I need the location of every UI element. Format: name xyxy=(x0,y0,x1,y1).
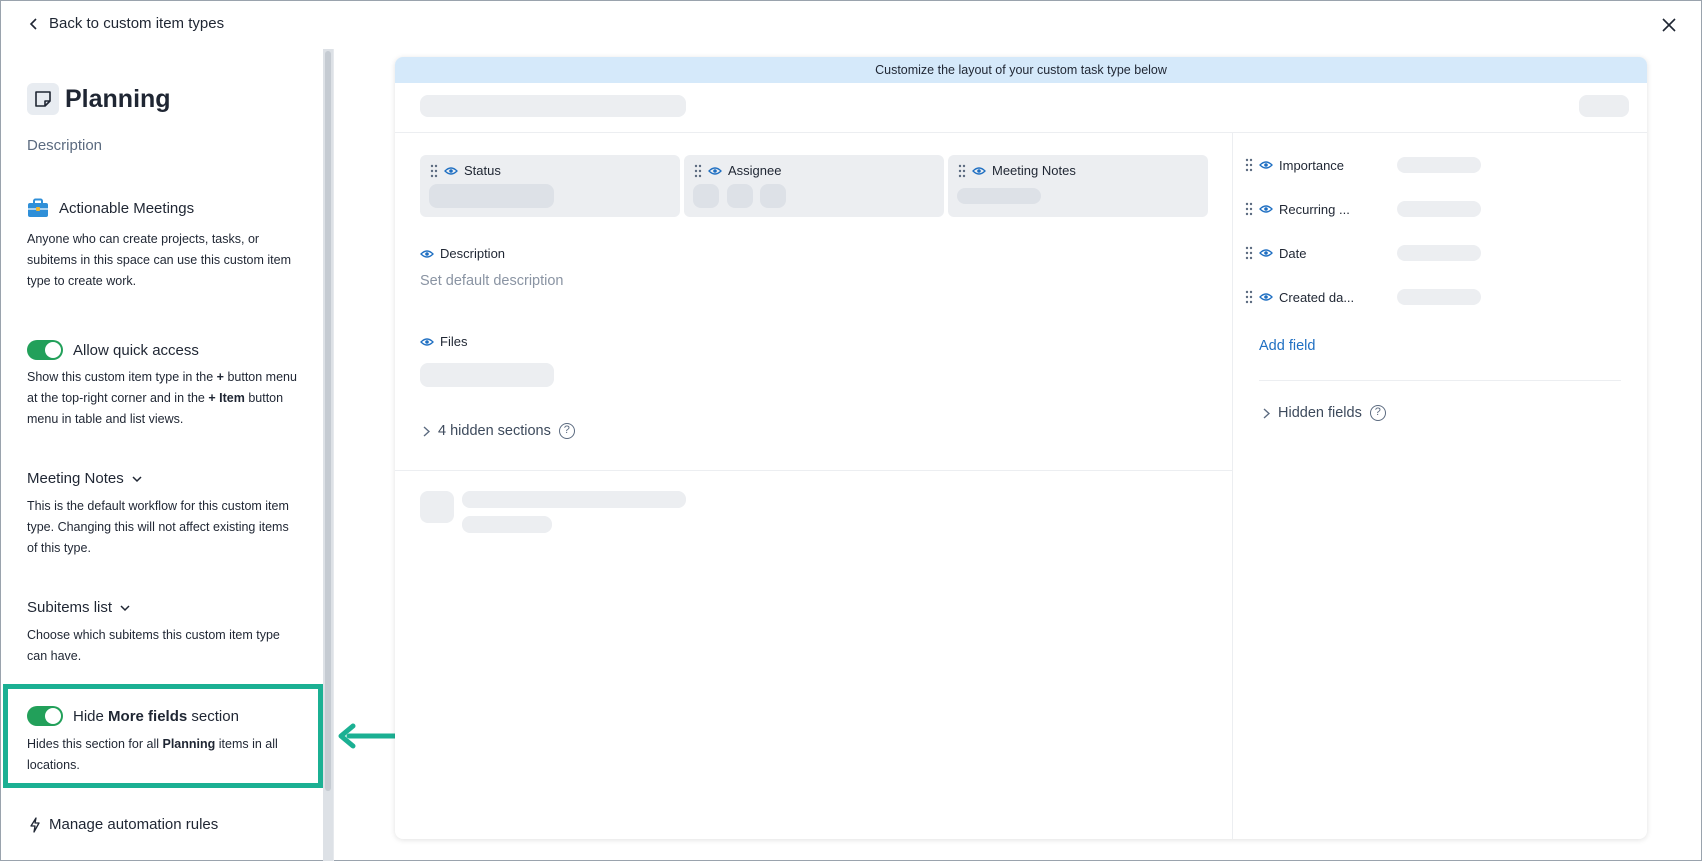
value-placeholder xyxy=(1397,157,1481,173)
field-card-meeting-notes[interactable]: Meeting Notes xyxy=(948,155,1208,217)
back-link[interactable]: Back to custom item types xyxy=(29,15,224,32)
page-title: Planning xyxy=(65,84,171,113)
hidden-sections-toggle[interactable]: 4 hidden sections ? xyxy=(423,423,575,439)
chevron-left-icon xyxy=(29,17,37,30)
avatar-placeholder xyxy=(727,184,753,208)
subitems-description: Choose which subitems this custom item t… xyxy=(27,628,280,663)
field-label: Created da... xyxy=(1279,289,1355,305)
files-label: Files xyxy=(440,334,468,349)
quick-access-description: Show this custom item type in the + butt… xyxy=(27,370,297,426)
side-field-created-date[interactable]: Created da... xyxy=(1245,289,1481,305)
field-label: Date xyxy=(1279,245,1307,261)
workflow-dropdown[interactable]: Meeting Notes xyxy=(27,470,142,487)
text-placeholder xyxy=(462,516,552,533)
eye-icon[interactable] xyxy=(1259,292,1273,302)
space-name: Actionable Meetings xyxy=(59,199,195,217)
grip-icon xyxy=(1245,158,1253,172)
hidden-fields-label: Hidden fields xyxy=(1278,405,1362,421)
side-divider xyxy=(1259,380,1621,381)
chevron-down-icon xyxy=(120,604,130,611)
field-label: Meeting Notes xyxy=(992,163,1076,178)
avatar-placeholder xyxy=(420,491,454,523)
help-icon[interactable]: ? xyxy=(1369,405,1386,421)
column-divider xyxy=(1232,133,1233,839)
field-label: Recurring ... xyxy=(1279,201,1350,217)
section-divider xyxy=(395,470,1232,471)
quick-access-toggle[interactable] xyxy=(27,340,63,360)
eye-icon[interactable] xyxy=(1259,248,1273,258)
text-placeholder xyxy=(462,491,686,508)
field-label: Importance xyxy=(1279,157,1345,173)
avatar-placeholder xyxy=(693,184,719,208)
help-icon[interactable]: ? xyxy=(558,423,575,439)
eye-icon[interactable] xyxy=(972,166,986,176)
title-placeholder xyxy=(420,95,686,117)
close-icon[interactable] xyxy=(1659,15,1679,35)
panel-divider xyxy=(333,49,334,861)
lightning-icon xyxy=(30,816,40,833)
side-field-date[interactable]: Date xyxy=(1245,245,1481,261)
chevron-right-icon xyxy=(423,425,430,437)
note-icon xyxy=(27,83,59,115)
add-field-link[interactable]: Add field xyxy=(1259,338,1315,354)
value-placeholder xyxy=(1397,289,1481,305)
layout-preview: Customize the layout of your custom task… xyxy=(395,57,1647,839)
grip-icon xyxy=(1245,246,1253,260)
description-link[interactable]: Description xyxy=(27,137,102,154)
quick-access-label: Allow quick access xyxy=(73,341,199,359)
field-label: Assignee xyxy=(728,163,782,178)
layout-banner: Customize the layout of your custom task… xyxy=(395,57,1647,83)
eye-icon[interactable] xyxy=(1259,160,1273,170)
action-placeholder xyxy=(1579,95,1629,117)
automation-link[interactable]: Manage automation rules xyxy=(29,816,218,833)
eye-icon[interactable] xyxy=(444,166,458,176)
subitems-dropdown[interactable]: Subitems list xyxy=(27,599,130,616)
grip-icon xyxy=(430,164,438,177)
grip-icon xyxy=(1245,290,1253,304)
value-placeholder xyxy=(957,188,1041,204)
hidden-fields-toggle[interactable]: Hidden fields ? xyxy=(1263,405,1386,421)
value-placeholder xyxy=(429,184,554,208)
field-card-status[interactable]: Status xyxy=(420,155,680,217)
briefcase-icon xyxy=(28,198,48,217)
subitems-label: Subitems list xyxy=(27,599,113,616)
description-field[interactable]: Description xyxy=(420,246,505,261)
space-header: Actionable Meetings xyxy=(27,198,194,218)
scrollbar-thumb[interactable] xyxy=(325,51,331,791)
quick-access-row: Allow quick access xyxy=(27,340,199,360)
eye-icon[interactable] xyxy=(420,337,434,347)
side-field-recurring[interactable]: Recurring ... xyxy=(1245,201,1481,217)
avatar-placeholder xyxy=(760,184,786,208)
highlight-box xyxy=(3,684,323,788)
grip-icon xyxy=(694,164,702,177)
hidden-sections-label: 4 hidden sections xyxy=(438,423,551,439)
workflow-description: This is the default workflow for this cu… xyxy=(27,499,289,555)
files-placeholder xyxy=(420,363,554,387)
value-placeholder xyxy=(1397,201,1481,217)
eye-icon[interactable] xyxy=(708,166,722,176)
value-placeholder xyxy=(1397,245,1481,261)
item-type-title: Planning xyxy=(27,83,171,115)
preview-header xyxy=(395,83,1647,133)
eye-icon[interactable] xyxy=(420,249,434,259)
files-field[interactable]: Files xyxy=(420,334,467,349)
sidebar-scrollbar[interactable] xyxy=(323,49,333,861)
grip-icon xyxy=(958,164,966,177)
description-placeholder[interactable]: Set default description xyxy=(420,273,563,289)
grip-icon xyxy=(1245,202,1253,216)
chevron-right-icon xyxy=(1263,407,1270,419)
field-card-assignee[interactable]: Assignee xyxy=(684,155,944,217)
description-label: Description xyxy=(440,246,506,261)
window: Back to custom item types Planning Descr… xyxy=(0,0,1702,861)
back-label: Back to custom item types xyxy=(49,15,225,32)
space-description: Anyone who can create projects, tasks, o… xyxy=(27,232,292,288)
side-field-importance[interactable]: Importance xyxy=(1245,157,1481,173)
chevron-down-icon xyxy=(132,475,142,482)
field-label: Status xyxy=(464,163,501,178)
workflow-label: Meeting Notes xyxy=(27,470,124,487)
automation-label: Manage automation rules xyxy=(49,816,219,833)
eye-icon[interactable] xyxy=(1259,204,1273,214)
